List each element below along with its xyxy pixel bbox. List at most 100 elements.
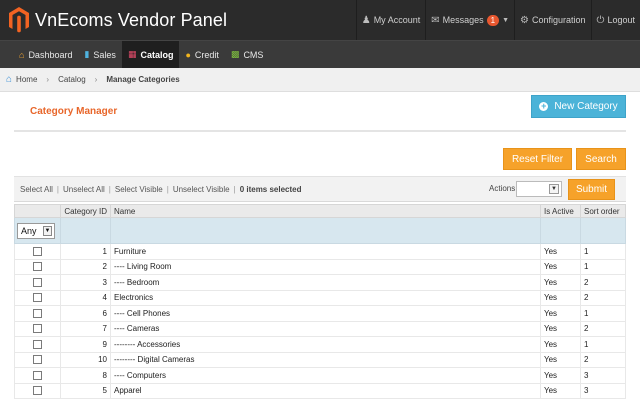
- search-button[interactable]: Search: [576, 148, 626, 170]
- table-row[interactable]: 9 -------- Accessories Yes 1: [14, 336, 626, 353]
- chevron-down-icon: ▼: [549, 184, 559, 194]
- row-name: ---- Cameras: [110, 321, 541, 337]
- new-category-button[interactable]: + New Category: [531, 95, 626, 118]
- grid-header-row: Category ID Name Is Active Sort order: [14, 204, 626, 218]
- items-selected-count: 0 items selected: [239, 184, 302, 194]
- table-row[interactable]: 2 ---- Living Room Yes 1: [14, 259, 626, 275]
- row-is-active: Yes: [540, 336, 581, 353]
- table-row[interactable]: 7 ---- Cameras Yes 2: [14, 321, 626, 337]
- page-title: Category Manager: [30, 106, 118, 117]
- row-checkbox[interactable]: [33, 277, 42, 287]
- grid-icon: ▦: [127, 49, 137, 59]
- row-checkbox-cell: [14, 259, 61, 275]
- plus-icon: +: [539, 101, 549, 111]
- brand[interactable]: VnEcoms Vendor Panel: [0, 7, 227, 33]
- row-checkbox-cell: [14, 321, 61, 337]
- row-checkbox[interactable]: [33, 324, 42, 334]
- row-checkbox[interactable]: [33, 370, 42, 380]
- row-name: ---- Cell Phones: [110, 305, 541, 322]
- filter-sort-cell: [580, 217, 626, 244]
- magento-logo-icon: [9, 7, 29, 33]
- filter-row: Any ▼: [14, 217, 626, 244]
- row-checkbox[interactable]: [33, 246, 42, 256]
- row-category-id: 7: [60, 321, 111, 337]
- top-header: VnEcoms Vendor Panel ♟ My Account ✉ Mess…: [0, 0, 640, 40]
- table-row[interactable]: 4 Electronics Yes 2: [14, 290, 626, 306]
- row-checkbox-cell: [14, 305, 61, 322]
- row-sort-order: 3: [580, 367, 626, 384]
- row-category-id: 5: [60, 383, 111, 399]
- massaction-filter-select[interactable]: Any ▼: [17, 222, 55, 239]
- row-name: Electronics: [110, 290, 541, 306]
- row-checkbox[interactable]: [33, 355, 42, 365]
- new-category-label: New Category: [554, 101, 618, 112]
- submit-button[interactable]: Submit: [568, 179, 615, 200]
- app-title: VnEcoms Vendor Panel: [35, 9, 228, 30]
- row-checkbox[interactable]: [33, 262, 42, 272]
- configuration-link[interactable]: ⚙ Configuration: [514, 0, 591, 40]
- reset-filter-button[interactable]: Reset Filter: [503, 148, 572, 170]
- header-is-active[interactable]: Is Active: [540, 204, 581, 218]
- header-sort-order[interactable]: Sort order: [580, 204, 626, 218]
- header-category-id[interactable]: Category ID: [60, 204, 111, 218]
- select-visible-link[interactable]: Select Visible: [111, 185, 167, 194]
- row-is-active: Yes: [540, 367, 581, 384]
- row-sort-order: 1: [580, 259, 626, 275]
- messages-link[interactable]: ✉ Messages 1 ▼: [425, 0, 514, 40]
- row-sort-order: 2: [580, 274, 626, 291]
- row-is-active: Yes: [540, 321, 581, 337]
- table-row[interactable]: 1 Furniture Yes 1: [14, 243, 626, 260]
- row-is-active: Yes: [540, 383, 581, 399]
- breadcrumb: ⌂ Home › Catalog › Manage Categories: [0, 68, 640, 92]
- row-checkbox[interactable]: [33, 386, 42, 396]
- row-checkbox-cell: [14, 352, 61, 368]
- filter-id-cell: [60, 217, 111, 244]
- breadcrumb-home[interactable]: Home: [16, 75, 37, 84]
- power-icon: ⏻: [596, 14, 605, 26]
- row-is-active: Yes: [540, 274, 581, 291]
- signal-bars-icon: ▮: [84, 49, 90, 59]
- my-account-label: My Account: [373, 15, 421, 25]
- row-checkbox[interactable]: [33, 293, 42, 303]
- row-name: -------- Digital Cameras: [110, 352, 541, 368]
- nav-item-catalog[interactable]: ▦ Catalog: [121, 41, 180, 68]
- filter-massaction-cell: Any ▼: [14, 217, 61, 244]
- unselect-visible-link[interactable]: Unselect Visible: [169, 185, 234, 194]
- breadcrumb-catalog[interactable]: Catalog: [58, 75, 86, 84]
- breadcrumb-current: Manage Categories: [106, 75, 180, 84]
- my-account-link[interactable]: ♟ My Account: [355, 0, 426, 40]
- actions-select[interactable]: ▼: [516, 181, 562, 197]
- row-category-id: 6: [60, 305, 111, 322]
- configuration-label: Configuration: [532, 15, 586, 25]
- nav-item-cms[interactable]: ▩ CMS: [225, 41, 270, 68]
- envelope-icon: ✉: [431, 14, 440, 26]
- table-row[interactable]: 10 -------- Digital Cameras Yes 2: [14, 352, 626, 368]
- chevron-down-icon: ▼: [43, 225, 52, 236]
- row-checkbox-cell: [14, 383, 61, 399]
- nav-label-cms: CMS: [243, 49, 264, 60]
- unselect-all-link[interactable]: Unselect All: [59, 185, 109, 194]
- filter-buttons: Reset Filter Search: [503, 148, 626, 170]
- row-category-id: 10: [60, 352, 111, 368]
- logout-link[interactable]: ⏻ Logout: [590, 0, 640, 40]
- chevron-down-icon: ▼: [502, 16, 510, 24]
- row-category-id: 3: [60, 274, 111, 291]
- row-checkbox[interactable]: [33, 308, 42, 318]
- nav-item-dashboard[interactable]: ⌂ Dashboard: [13, 41, 78, 68]
- table-row[interactable]: 8 ---- Computers Yes 3: [14, 367, 626, 384]
- nav-item-credit[interactable]: ● Credit: [179, 41, 224, 68]
- table-row[interactable]: 6 ---- Cell Phones Yes 1: [14, 305, 626, 322]
- nav-item-sales[interactable]: ▮ Sales: [78, 41, 121, 68]
- row-checkbox[interactable]: [33, 339, 42, 349]
- table-row[interactable]: 5 Apparel Yes 3: [14, 383, 626, 399]
- table-row[interactable]: 3 ---- Bedroom Yes 2: [14, 274, 626, 291]
- header-name[interactable]: Name: [110, 204, 541, 218]
- row-sort-order: 3: [580, 383, 626, 399]
- top-links: ♟ My Account ✉ Messages 1 ▼ ⚙ Configurat…: [355, 0, 640, 40]
- user-icon: ♟: [361, 14, 371, 26]
- row-sort-order: 1: [580, 243, 626, 260]
- home-icon: ⌂: [6, 74, 13, 85]
- messages-label: Messages: [442, 15, 484, 25]
- home-icon: ⌂: [19, 49, 25, 60]
- select-all-link[interactable]: Select All: [14, 185, 57, 194]
